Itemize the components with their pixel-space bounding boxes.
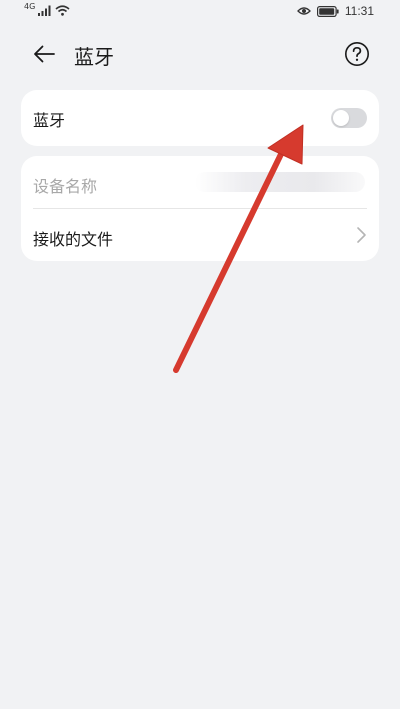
page-title: 蓝牙 (74, 45, 114, 69)
help-button[interactable] (344, 41, 370, 67)
battery-icon (316, 5, 339, 17)
status-right: 11:31 (296, 4, 374, 18)
toggle-knob (333, 110, 349, 126)
back-button[interactable] (30, 40, 58, 68)
device-card: 设备名称 接收的文件 (21, 156, 379, 261)
status-bar: 4G 11:31 (0, 0, 400, 26)
wifi-icon (55, 5, 70, 16)
device-name-label: 设备名称 (33, 177, 98, 196)
signal-icon (38, 5, 51, 16)
bluetooth-toggle[interactable] (331, 108, 367, 128)
eye-icon (296, 7, 311, 15)
bluetooth-card: 蓝牙 (21, 90, 379, 146)
question-circle-icon (345, 42, 369, 66)
received-files-row[interactable]: 接收的文件 (21, 209, 379, 261)
received-files-label: 接收的文件 (33, 230, 114, 249)
device-name-row[interactable]: 设备名称 (21, 156, 379, 208)
app-header: 蓝牙 (0, 34, 400, 74)
network-type-label: 4G (24, 2, 36, 11)
status-left: 4G (24, 2, 70, 16)
clock-time: 11:31 (344, 4, 374, 18)
arrow-left-icon (34, 45, 55, 63)
bluetooth-label: 蓝牙 (33, 111, 66, 130)
device-name-value-blurred (195, 172, 365, 192)
chevron-right-icon (357, 227, 366, 243)
